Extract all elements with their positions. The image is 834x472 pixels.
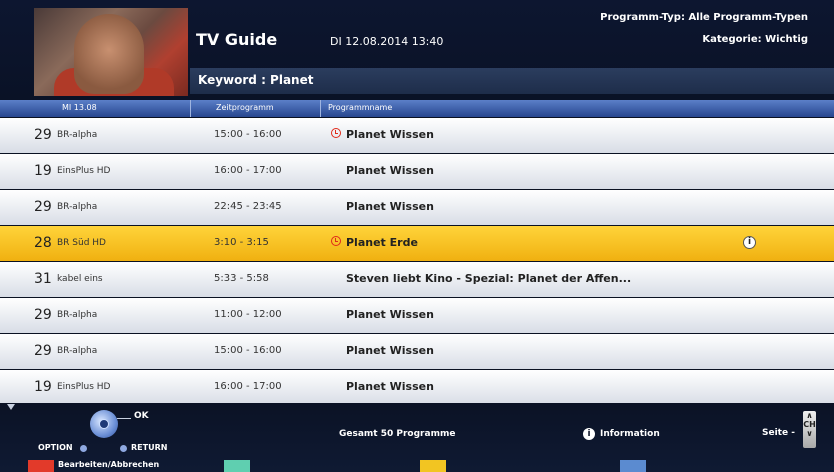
channel-name: EinsPlus HD xyxy=(57,166,111,176)
program-time: 5:33 - 5:58 xyxy=(214,273,269,284)
column-divider xyxy=(190,100,191,117)
program-row[interactable]: 29 BR-alpha 22:45 - 23:45 Planet Wissen xyxy=(0,190,834,225)
clock-icon xyxy=(331,236,341,246)
channel-number: 19 xyxy=(34,379,52,395)
program-name: Planet Erde xyxy=(346,236,418,249)
ok-pointer-line xyxy=(117,418,131,419)
tv-guide-screen: TV Guide DI 12.08.2014 13:40 Programm-Ty… xyxy=(0,0,834,472)
ok-label: OK xyxy=(134,411,149,421)
red-button-label: Bearbeiten/Abbrechen xyxy=(58,460,160,469)
channel-name: EinsPlus HD xyxy=(57,382,111,392)
channel-name: BR-alpha xyxy=(57,202,98,212)
program-time: 3:10 - 3:15 xyxy=(214,237,269,248)
channel-number: 29 xyxy=(34,199,52,215)
return-button-icon xyxy=(120,445,127,452)
program-name: Planet Wissen xyxy=(346,164,434,177)
info-icon[interactable]: i xyxy=(743,236,756,249)
program-time: 16:00 - 17:00 xyxy=(214,381,282,392)
program-name: Planet Wissen xyxy=(346,128,434,141)
kategorie-filter[interactable]: Kategorie: Wichtig xyxy=(702,34,808,45)
column-divider xyxy=(320,100,321,117)
channel-number: 29 xyxy=(34,343,52,359)
ch-label: CH xyxy=(803,420,816,429)
programm-typ-filter[interactable]: Programm-Typ: Alle Programm-Typen xyxy=(600,12,808,23)
keyword-bar[interactable]: Keyword : Planet xyxy=(190,68,834,94)
program-time: 15:00 - 16:00 xyxy=(214,129,282,140)
total-programs: Gesamt 50 Programme xyxy=(339,429,456,439)
program-row[interactable]: 29 BR-alpha 11:00 - 12:00 Planet Wissen xyxy=(0,298,834,333)
column-time: Zeitprogramm xyxy=(216,103,274,112)
channel-name: BR-alpha xyxy=(57,130,98,140)
program-row[interactable]: 29 BR-alpha 15:00 - 16:00 Planet Wissen xyxy=(0,334,834,369)
channel-number: 28 xyxy=(34,235,52,251)
program-row[interactable]: 31 kabel eins 5:33 - 5:58 Steven liebt K… xyxy=(0,262,834,297)
current-datetime: DI 12.08.2014 13:40 xyxy=(330,35,444,48)
program-name: Planet Wissen xyxy=(346,200,434,213)
keyword-label: Keyword : Planet xyxy=(198,73,314,87)
program-time: 22:45 - 23:45 xyxy=(214,201,282,212)
channel-number: 29 xyxy=(34,127,52,143)
red-button[interactable] xyxy=(28,460,54,472)
program-name: Planet Wissen xyxy=(346,308,434,321)
program-time: 16:00 - 17:00 xyxy=(214,165,282,176)
column-name: Programmname xyxy=(328,103,393,112)
channel-number: 29 xyxy=(34,307,52,323)
program-name: Planet Wissen xyxy=(346,380,434,393)
option-label: OPTION xyxy=(38,443,73,452)
column-header: MI 13.08 Zeitprogramm Programmname xyxy=(0,100,834,117)
yellow-button[interactable] xyxy=(420,460,446,472)
information-label: Information xyxy=(600,429,660,439)
scroll-down-icon[interactable] xyxy=(7,404,15,410)
channel-name: BR Süd HD xyxy=(57,238,106,248)
channel-page-button[interactable]: ∧ CH ∨ xyxy=(803,411,816,448)
program-time: 15:00 - 16:00 xyxy=(214,345,282,356)
navigation-dial-icon xyxy=(90,410,118,438)
blue-button[interactable] xyxy=(620,460,646,472)
channel-name: kabel eins xyxy=(57,274,103,284)
clock-icon xyxy=(331,128,341,138)
program-name: Planet Wissen xyxy=(346,344,434,357)
chevron-down-icon: ∨ xyxy=(806,429,813,438)
program-row[interactable]: 19 EinsPlus HD 16:00 - 17:00 Planet Wiss… xyxy=(0,154,834,189)
program-list: 29 BR-alpha 15:00 - 16:00 Planet Wissen … xyxy=(0,118,834,406)
return-label: RETURN xyxy=(131,443,168,452)
program-row-selected[interactable]: 28 BR Süd HD 3:10 - 3:15 Planet Erde i xyxy=(0,226,834,261)
channel-number: 19 xyxy=(34,163,52,179)
page-title: TV Guide xyxy=(196,30,278,49)
green-button[interactable] xyxy=(224,460,250,472)
column-date: MI 13.08 xyxy=(62,103,97,112)
page-label: Seite - xyxy=(762,428,795,438)
channel-name: BR-alpha xyxy=(57,346,98,356)
info-icon: i xyxy=(583,428,595,440)
option-button-icon xyxy=(80,445,87,452)
chevron-up-icon: ∧ xyxy=(806,411,813,420)
program-row[interactable]: 29 BR-alpha 15:00 - 16:00 Planet Wissen xyxy=(0,118,834,153)
preview-thumbnail xyxy=(34,8,188,96)
channel-number: 31 xyxy=(34,271,52,287)
channel-name: BR-alpha xyxy=(57,310,98,320)
program-name: Steven liebt Kino - Spezial: Planet der … xyxy=(346,272,632,285)
program-row[interactable]: 19 EinsPlus HD 16:00 - 17:00 Planet Wiss… xyxy=(0,370,834,405)
program-time: 11:00 - 12:00 xyxy=(214,309,282,320)
header: TV Guide DI 12.08.2014 13:40 Programm-Ty… xyxy=(0,0,834,100)
